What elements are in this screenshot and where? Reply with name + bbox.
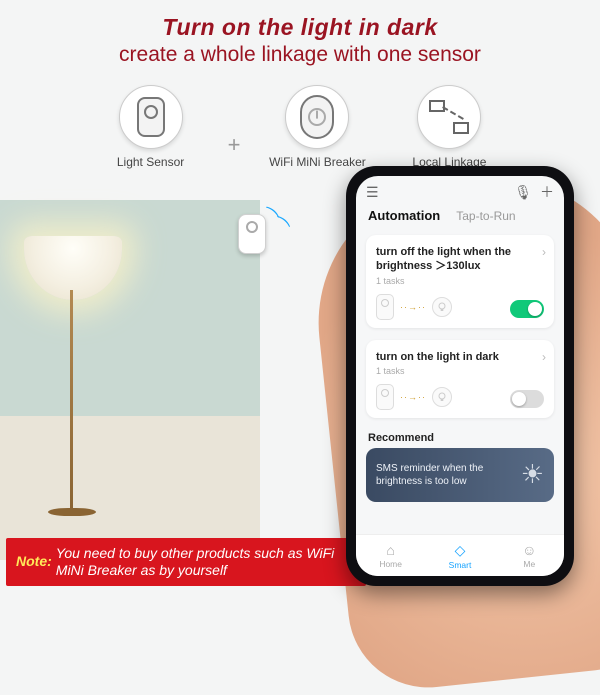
bulb-icon (432, 297, 452, 317)
wifi-icon: ⁀⁀ (255, 206, 291, 241)
note-banner: Note: You need to buy other products suc… (6, 538, 366, 586)
trio-sensor-label: Light Sensor (117, 155, 184, 170)
automation-card-2-sub: 1 tasks (376, 366, 544, 376)
room-scene: ⁀⁀ (0, 200, 260, 560)
lamp-base (48, 508, 96, 516)
wall-sensor-device: ⁀⁀ (238, 214, 266, 254)
bottom-tabbar: ⌂ Home ◇ Smart ☺ Me (356, 534, 564, 576)
automation-card-1[interactable]: turn off the light when the brightness ＞… (366, 235, 554, 328)
phone-screen: ☰ 🎙 ＋ Automation Tap-to-Run turn off the… (356, 176, 564, 576)
sensor-mini-icon (376, 294, 394, 320)
note-text: You need to buy other products such as W… (56, 545, 356, 580)
subheadline: create a whole linkage with one sensor (0, 43, 600, 67)
automation-card-2[interactable]: turn on the light in dark 1 tasks › ··→·… (366, 340, 554, 418)
arrow-dots-icon: ··→·· (400, 302, 426, 312)
arrow-dots-icon: ··→·· (400, 392, 426, 402)
recommend-card[interactable]: SMS reminder when the brightness is too … (366, 448, 554, 502)
chevron-right-icon: › (542, 245, 546, 259)
note-label: Note: (16, 553, 52, 571)
tabbar-smart[interactable]: ◇ Smart (425, 535, 494, 576)
lamp-shade (24, 236, 122, 300)
recommend-label: Recommend (368, 432, 552, 444)
automation-card-2-toggle[interactable] (510, 390, 544, 408)
automation-card-2-title: turn on the light in dark (376, 350, 544, 364)
home-icon: ⌂ (386, 542, 394, 558)
tabbar-me-label: Me (523, 559, 535, 569)
headline: Turn on the light in dark (0, 14, 600, 41)
recommend-card-art-icon: ☀ (521, 459, 544, 490)
phone-frame: ☰ 🎙 ＋ Automation Tap-to-Run turn off the… (346, 166, 574, 586)
local-linkage-icon (427, 100, 471, 134)
automation-card-1-sub: 1 tasks (376, 276, 544, 286)
chevron-right-icon: › (542, 350, 546, 364)
tabbar-home-label: Home (379, 559, 402, 569)
automation-card-1-title: turn off the light when the brightness ＞… (376, 245, 544, 274)
wifi-breaker-icon (300, 95, 334, 139)
lamp-pole (70, 290, 73, 510)
profile-icon[interactable]: ☰ (366, 184, 379, 201)
mic-icon[interactable]: 🎙 (514, 184, 532, 201)
tab-automation[interactable]: Automation (368, 208, 440, 223)
tabbar-me[interactable]: ☺ Me (495, 535, 564, 576)
add-icon[interactable]: ＋ (540, 182, 554, 202)
plus-icon: + (228, 132, 241, 158)
tabbar-smart-label: Smart (449, 560, 472, 570)
me-icon: ☺ (522, 542, 536, 558)
smart-icon: ◇ (455, 542, 466, 559)
tab-tap-to-run[interactable]: Tap-to-Run (456, 209, 515, 223)
trio-item-sensor: Light Sensor (96, 85, 206, 170)
bulb-icon (432, 387, 452, 407)
light-sensor-icon (137, 97, 165, 137)
sensor-mini-icon (376, 384, 394, 410)
automation-card-1-toggle[interactable] (510, 300, 544, 318)
recommend-card-text: SMS reminder when the brightness is too … (376, 462, 496, 488)
tabbar-home[interactable]: ⌂ Home (356, 535, 425, 576)
trio-breaker-label: WiFi MiNi Breaker (269, 155, 366, 170)
trio-item-breaker: WiFi MiNi Breaker (262, 85, 372, 170)
